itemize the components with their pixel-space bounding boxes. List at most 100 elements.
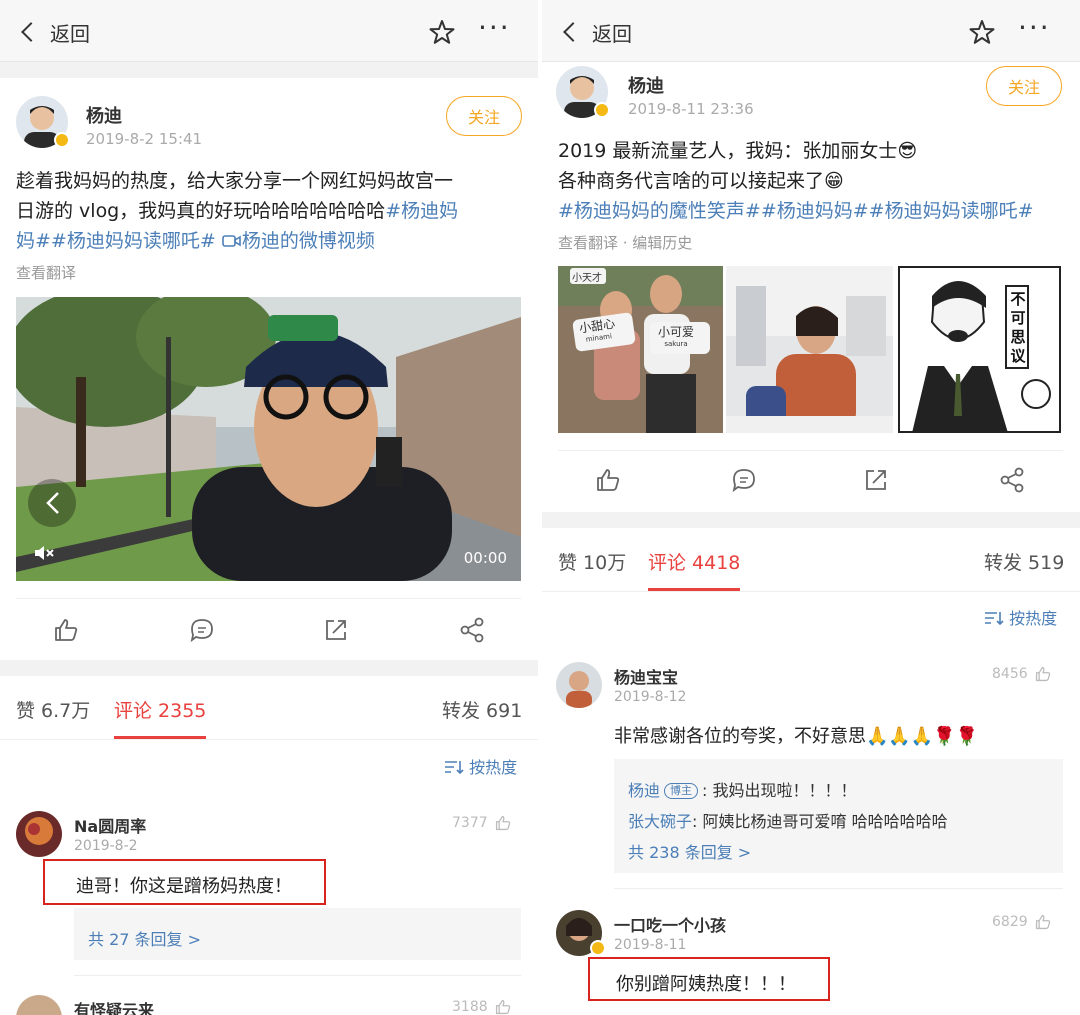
comment-icon[interactable]	[730, 466, 758, 494]
repost-icon[interactable]	[862, 466, 890, 494]
comment-like-button[interactable]: 6829	[992, 913, 1052, 931]
verified-badge-icon	[590, 940, 606, 956]
left-screenshot: 返回 ··· 杨迪 2019-8-2 15:41 关注 趁着我妈妈的热度，给大家…	[0, 0, 538, 1015]
post-image-3[interactable]: 不可思议	[898, 266, 1061, 433]
comment-icon[interactable]	[188, 616, 216, 644]
more-icon[interactable]: ···	[1018, 14, 1058, 42]
commenter-name[interactable]: 一口吃一个小孩	[614, 912, 726, 936]
comment-like-button[interactable]: 7377	[452, 814, 512, 832]
tab-likes[interactable]: 赞 10万	[558, 548, 626, 575]
view-replies-link[interactable]: 共 238 条回复 >	[628, 839, 751, 863]
action-bar	[0, 600, 538, 660]
sign-text: 小甜心 minami	[578, 317, 618, 347]
back-chevron-icon	[21, 22, 41, 42]
share-icon[interactable]	[998, 466, 1026, 494]
translate-link[interactable]: 查看翻译	[16, 262, 76, 283]
tab-reposts[interactable]: 转发 691	[442, 696, 522, 723]
comment-text: 非常感谢各位的夸奖，不好意思🙏🙏🙏🌹🌹	[614, 726, 979, 747]
right-screenshot: 返回 ··· 杨迪 2019-8-11 23:36 关注 2019 最新流量艺人…	[542, 0, 1080, 1015]
post-text-segment: 2019 最新流量艺人，我妈：张加丽女士	[558, 140, 898, 162]
avatar[interactable]	[556, 662, 602, 708]
divider	[74, 975, 521, 976]
reply-author[interactable]: 杨迪	[628, 781, 660, 800]
sort-label: 按热度	[1009, 609, 1058, 628]
video-link[interactable]: 杨迪的微博视频	[222, 230, 375, 252]
mute-icon[interactable]	[32, 543, 56, 563]
more-icon[interactable]: ···	[478, 14, 518, 42]
hashtag-link[interactable]: #杨迪妈	[385, 200, 458, 222]
tab-reposts[interactable]: 转发 519	[984, 548, 1064, 575]
back-button[interactable]: 返回	[560, 16, 632, 48]
reply-author[interactable]: 张大碗子	[628, 812, 692, 831]
post-text-line: 妈##杨迪妈妈读哪吒# 杨迪的微博视频	[16, 226, 375, 256]
section-gap	[542, 512, 1080, 528]
tab-comments[interactable]: 评论 2355	[114, 696, 206, 723]
post-image-1[interactable]: 小甜心 minami 小可爱 sakura 小天才	[558, 266, 723, 433]
post-time: 2019-8-2 15:41	[86, 130, 203, 148]
verified-badge-icon	[54, 132, 70, 148]
tab-likes[interactable]: 赞 6.7万	[16, 696, 90, 723]
back-label: 返回	[592, 21, 632, 46]
commenter-name[interactable]: Na圆周率	[74, 813, 146, 837]
top-bar: 返回 ···	[542, 0, 1080, 62]
comment-time: 2019-8-11	[614, 937, 687, 953]
video-player[interactable]: 00:00	[16, 297, 521, 581]
post-image-2[interactable]	[726, 266, 893, 433]
like-count: 3188	[452, 999, 488, 1015]
section-gap	[0, 62, 538, 78]
post-text-segment: 日游的 vlog，我妈真的好玩哈哈哈哈哈哈哈	[16, 200, 386, 222]
avatar[interactable]	[16, 811, 62, 857]
sign-text: 小可爱 sakura	[658, 326, 694, 350]
sort-icon	[445, 761, 464, 775]
stats-tabs: 赞 6.7万 评论 2355 转发 691	[0, 676, 538, 748]
follow-button[interactable]: 关注	[986, 66, 1062, 106]
section-gap	[0, 660, 538, 676]
author-name[interactable]: 杨迪	[628, 72, 664, 98]
top-bar: 返回 ···	[0, 0, 538, 62]
share-icon[interactable]	[458, 616, 486, 644]
commenter-name[interactable]: 杨迪宝宝	[614, 664, 678, 688]
divider	[558, 450, 1063, 451]
author-name[interactable]: 杨迪	[86, 102, 122, 128]
action-bar	[542, 452, 1080, 512]
like-count: 8456	[992, 666, 1028, 682]
reply-preview[interactable]: 杨迪 博主: 我妈出现啦！！！！ 张大碗子: 阿姨比杨迪哥可爱唷 哈哈哈哈哈哈 共…	[614, 759, 1063, 873]
comment-time: 2019-8-12	[614, 689, 687, 705]
like-icon[interactable]	[594, 466, 622, 494]
hashtag-link[interactable]: #杨迪妈妈的魔性笑声##杨迪妈妈##杨迪妈妈读哪吒#	[558, 196, 1034, 226]
sign-sublabel: sakura	[664, 340, 688, 348]
like-count: 6829	[992, 914, 1028, 930]
post-text-line: 日游的 vlog，我妈真的好玩哈哈哈哈哈哈哈#杨迪妈	[16, 196, 458, 226]
sort-button[interactable]: 按热度	[984, 605, 1057, 629]
translate-link[interactable]: 查看翻译 · 编辑历史	[558, 232, 692, 253]
reply-text: : 我妈出现啦！！！！	[702, 781, 857, 800]
star-icon[interactable]	[968, 18, 996, 46]
avatar[interactable]	[16, 995, 62, 1015]
divider	[0, 739, 538, 740]
post-text-segment: 各种商务代言啥的可以接起来了	[558, 170, 825, 192]
like-count: 7377	[452, 815, 488, 831]
commenter-name[interactable]: 有怪疑云来	[74, 997, 154, 1015]
divider	[614, 888, 1063, 889]
like-icon	[1035, 914, 1050, 930]
hashtag-link[interactable]: 妈##杨迪妈妈读哪吒#	[16, 230, 216, 252]
author-badge: 博主	[664, 783, 699, 799]
back-chevron-icon	[563, 22, 583, 42]
repost-icon[interactable]	[322, 616, 350, 644]
back-button[interactable]: 返回	[18, 16, 90, 48]
post-time: 2019-8-11 23:36	[628, 100, 754, 118]
reply-line: 杨迪 博主: 我妈出现啦！！！！	[628, 777, 857, 801]
sort-button[interactable]: 按热度	[444, 754, 517, 778]
sunglasses-emoji: 😎	[897, 140, 918, 162]
meme-text: 不可思议	[1010, 290, 1026, 365]
sort-icon	[985, 612, 1004, 626]
follow-button[interactable]: 关注	[446, 96, 522, 136]
star-icon[interactable]	[428, 18, 456, 46]
like-icon[interactable]	[52, 616, 80, 644]
tab-comments[interactable]: 评论 4418	[648, 548, 740, 575]
reply-line: 张大碗子: 阿姨比杨迪哥可爱唷 哈哈哈哈哈哈	[628, 808, 948, 832]
comment-like-button[interactable]: 3188	[452, 998, 512, 1015]
reply-preview[interactable]: 共 27 条回复 >	[74, 908, 521, 960]
comment-like-button[interactable]: 8456	[992, 665, 1052, 683]
view-replies-link[interactable]: 共 27 条回复 >	[88, 926, 201, 950]
